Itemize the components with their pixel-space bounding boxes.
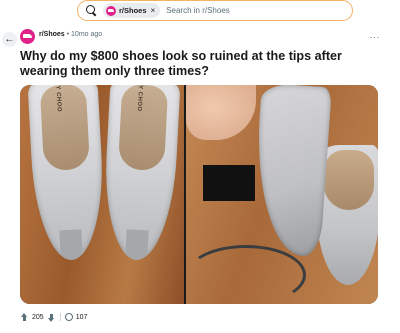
close-icon[interactable]: ×: [151, 6, 156, 15]
hand: [186, 85, 256, 140]
shoe-tips-front-photo[interactable]: JIMMY CHOO JIMMY CHOO: [20, 85, 184, 304]
censor-block: [203, 165, 255, 201]
divider: [59, 313, 61, 321]
comment-icon[interactable]: [64, 313, 73, 321]
back-button[interactable]: ←: [2, 32, 17, 47]
held-shoe: [250, 85, 332, 258]
search-input[interactable]: Search in r/Shoes: [166, 6, 230, 15]
image-gallery[interactable]: JIMMY CHOO JIMMY CHOO: [20, 85, 378, 304]
post-meta: r/Shoes • 10mo ago: [39, 31, 102, 38]
shoe-tip-side-photo[interactable]: [186, 85, 378, 304]
subreddit-avatar[interactable]: [20, 29, 35, 44]
left-shoe: JIMMY CHOO: [27, 85, 107, 262]
shoe-icon: [106, 5, 116, 16]
search-icon: [86, 5, 97, 16]
upvote-icon[interactable]: [20, 312, 29, 322]
vote-count: 205: [32, 313, 44, 321]
right-shoe: JIMMY CHOO: [101, 85, 181, 262]
post-title[interactable]: Why do my $800 shoes look so ruined at t…: [20, 49, 370, 79]
community-chip[interactable]: r/Shoes ×: [103, 3, 161, 18]
cable: [186, 245, 306, 304]
post-age: 10mo ago: [71, 31, 103, 38]
search-bar[interactable]: r/Shoes × Search in r/Shoes: [77, 0, 353, 21]
subreddit-link[interactable]: r/Shoes: [39, 31, 65, 38]
downvote-icon[interactable]: [47, 313, 56, 322]
community-chip-label: r/Shoes: [119, 6, 147, 15]
post-actions: 205 107: [20, 311, 87, 323]
more-options-button[interactable]: ···: [370, 32, 381, 42]
comment-count[interactable]: 107: [76, 314, 88, 321]
arrow-left-icon: ←: [4, 34, 15, 45]
top-bar: r/Shoes × Search in r/Shoes: [0, 0, 400, 24]
shoe-brand-label: JIMMY CHOO: [53, 85, 62, 113]
